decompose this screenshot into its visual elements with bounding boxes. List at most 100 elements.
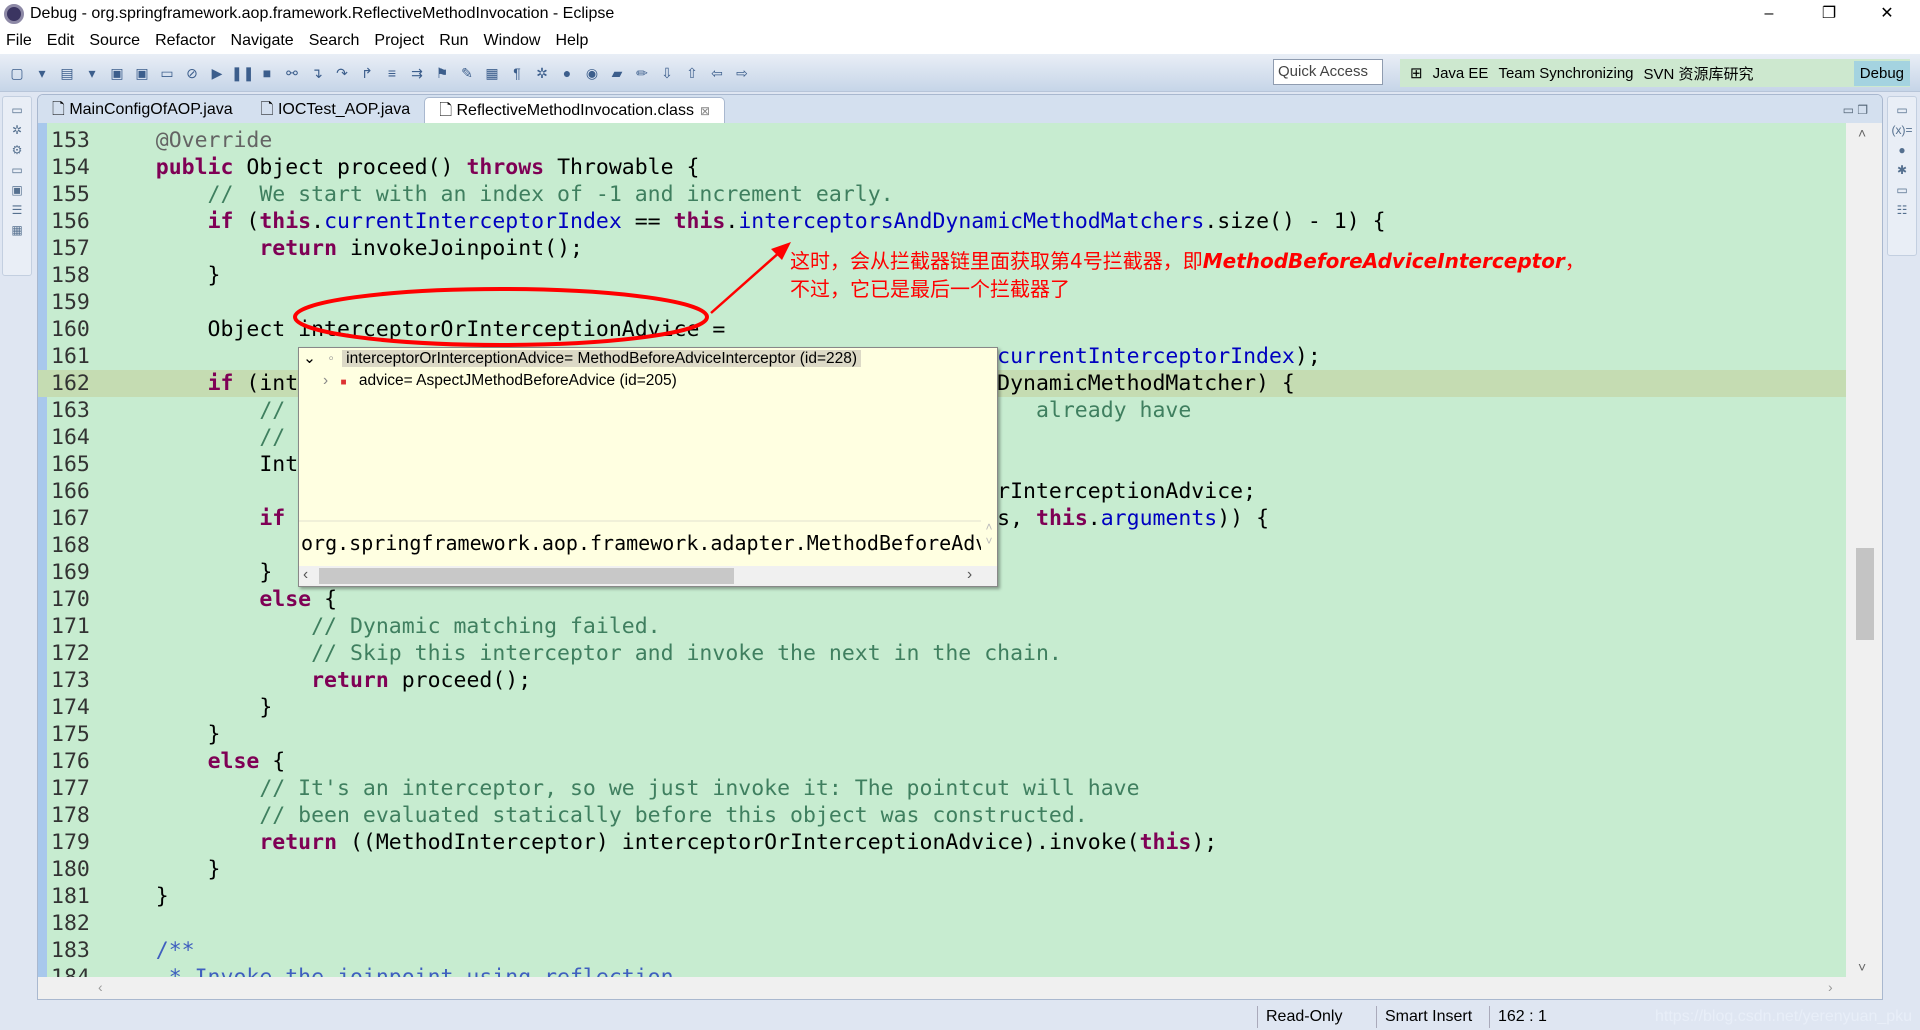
expressions-icon[interactable]: ✱ [1888,163,1916,177]
class-file-icon: 🗋 [439,102,457,119]
tree-item-advice[interactable]: › ■ advice= AspectJMethodBeforeAdvice (i… [323,370,677,392]
mark-occurrences-icon[interactable]: ✎ [456,62,478,84]
restore-icon[interactable]: ▭ [3,163,31,177]
tab-reflectivemethodinvocation[interactable]: 🗋 ReflectiveMethodInvocation.class ⊠ [424,97,726,123]
restore-icon[interactable]: ▭ [3,103,31,117]
menu-run[interactable]: Run [439,32,468,50]
scrollbar-thumb[interactable] [319,568,734,584]
outline-icon[interactable]: ☷ [1888,203,1916,217]
restore-icon[interactable]: ▭ [1888,103,1916,117]
open-perspective-icon[interactable]: ⊞ [1410,64,1423,82]
perspective-debug[interactable]: Debug [1853,60,1910,86]
suspend-icon[interactable]: ❚❚ [231,62,254,84]
java-file-icon: 🗋 [52,101,70,118]
run-external-icon[interactable]: ◉ [581,62,603,84]
restore-icon[interactable]: ▭ [1888,183,1916,197]
scroll-left-icon[interactable]: ‹ [303,566,308,584]
status-mode: Read-Only [1257,1006,1342,1028]
run-icon[interactable]: ● [556,62,578,84]
drop-to-frame-icon[interactable]: ≡ [381,62,403,84]
restore-button[interactable]: ❐ [1806,0,1852,28]
step-over-icon[interactable]: ↷ [331,62,353,84]
open-folder-icon[interactable]: ▰ [606,62,628,84]
vertical-scrollbar[interactable]: ˄ ˅ [1846,123,1882,977]
scroll-up-icon[interactable]: ˄ [1858,125,1866,141]
tab-ioctest-aop[interactable]: 🗋 IOCTest_AOP.java [247,97,425,123]
tree-item-root[interactable]: ⌄ ◦ interceptorOrInterceptionAdvice= Met… [303,348,862,370]
terminate-icon[interactable]: ■ [256,62,278,84]
debug-hover-popup: ⌄ ◦ interceptorOrInterceptionAdvice= Met… [298,347,998,587]
table-icon[interactable]: ▦ [3,223,31,237]
open-type-icon[interactable]: ▤ [56,62,78,84]
detail-pane[interactable]: org.springframework.aop.framework.adapte… [299,520,981,566]
minimize-button[interactable]: – [1746,0,1792,28]
console-icon[interactable]: ▭ [156,62,178,84]
annotation-line2: 不过，它已是最后一个拦截器了 [790,277,1070,301]
horizontal-scrollbar[interactable]: ‹ › [38,977,1882,999]
eclipse-logo-icon [4,4,24,24]
save-all-icon[interactable]: ▣ [131,62,153,84]
minimize-maximize-icon[interactable]: ▭ ❐ [1843,103,1868,117]
forward-icon[interactable]: ⇨ [731,62,753,84]
expand-icon[interactable]: › [323,372,328,389]
new-icon[interactable]: ▢ [6,62,28,84]
back-icon[interactable]: ⇦ [706,62,728,84]
tab-mainconfigofaop[interactable]: 🗋 MainConfigOfAOP.java [38,97,247,123]
collapse-icon[interactable]: ⌄ [303,350,316,367]
close-tab-icon[interactable]: ⊠ [700,104,710,118]
step-return-icon[interactable]: ↱ [356,62,378,84]
use-step-filters-icon[interactable]: ⇉ [406,62,428,84]
tab-label: ReflectiveMethodInvocation.class [456,102,694,119]
perspective-java-ee[interactable]: Java EE [1433,65,1489,82]
new-dropdown-icon[interactable]: ▾ [31,62,53,84]
dropdown-icon[interactable]: ▾ [81,62,103,84]
red-circle-highlight [293,287,709,347]
tasks-icon[interactable]: ☰ [3,203,31,217]
scrollbar-thumb[interactable] [1856,548,1874,640]
scroll-left-icon[interactable]: ‹ [98,979,103,995]
annotation-text: 这时，会从拦截器链里面获取第4号拦截器，即MethodBeforeAdviceI… [790,247,1585,303]
tab-label: MainConfigOfAOP.java [69,101,233,118]
private-field-icon: ■ [340,377,347,388]
menu-edit[interactable]: Edit [47,32,75,50]
breakpoints-icon[interactable]: ● [1888,143,1916,157]
servers-icon[interactable]: ⚙ [3,143,31,157]
menu-file[interactable]: File [6,32,32,50]
scroll-right-icon[interactable]: › [967,566,972,584]
menu-help[interactable]: Help [555,32,588,50]
popup-horizontal-scrollbar[interactable]: ‹ › [299,566,997,586]
menu-source[interactable]: Source [89,32,140,50]
perspective-svn[interactable]: SVN 资源库研究 [1644,63,1754,84]
toggle-breakpoint-icon[interactable]: ⚑ [431,62,453,84]
prev-annotation-icon[interactable]: ⇧ [681,62,703,84]
debug-icon[interactable]: ✲ [531,62,553,84]
tab-label: IOCTest_AOP.java [277,101,411,118]
status-cursor-position: 162 : 1 [1489,1006,1547,1028]
block-selection-icon[interactable]: ▦ [481,62,503,84]
menu-search[interactable]: Search [309,32,360,50]
step-into-icon[interactable]: ↴ [306,62,328,84]
close-button[interactable]: ✕ [1864,0,1910,28]
show-whitespace-icon[interactable]: ¶ [506,62,528,84]
status-insert-mode: Smart Insert [1376,1006,1472,1028]
console-icon[interactable]: ▣ [3,183,31,197]
detail-scrollbar[interactable]: ˄ ˅ [981,520,997,566]
menu-refactor[interactable]: Refactor [155,32,215,50]
menu-window[interactable]: Window [484,32,541,50]
menu-navigate[interactable]: Navigate [231,32,294,50]
skip-breakpoints-icon[interactable]: ⊘ [181,62,203,84]
pencil-icon[interactable]: ✏ [631,62,653,84]
disconnect-icon[interactable]: ⚯ [281,62,303,84]
annotation-class-name: MethodBeforeAdviceInterceptor [1202,249,1565,273]
menu-project[interactable]: Project [374,32,424,50]
scroll-right-icon[interactable]: › [1828,979,1833,995]
debug-view-icon[interactable]: ✲ [3,123,31,137]
perspective-team-synchronizing[interactable]: Team Synchronizing [1498,65,1633,82]
variables-icon[interactable]: (x)= [1888,123,1916,137]
save-icon[interactable]: ▣ [106,62,128,84]
advice-variable-label: advice= AspectJMethodBeforeAdvice (id=20… [358,372,677,389]
next-annotation-icon[interactable]: ⇩ [656,62,678,84]
quick-access-input[interactable]: Quick Access [1273,59,1383,85]
resume-icon[interactable]: ▶ [206,62,228,84]
scroll-down-icon[interactable]: ˅ [1858,959,1866,975]
